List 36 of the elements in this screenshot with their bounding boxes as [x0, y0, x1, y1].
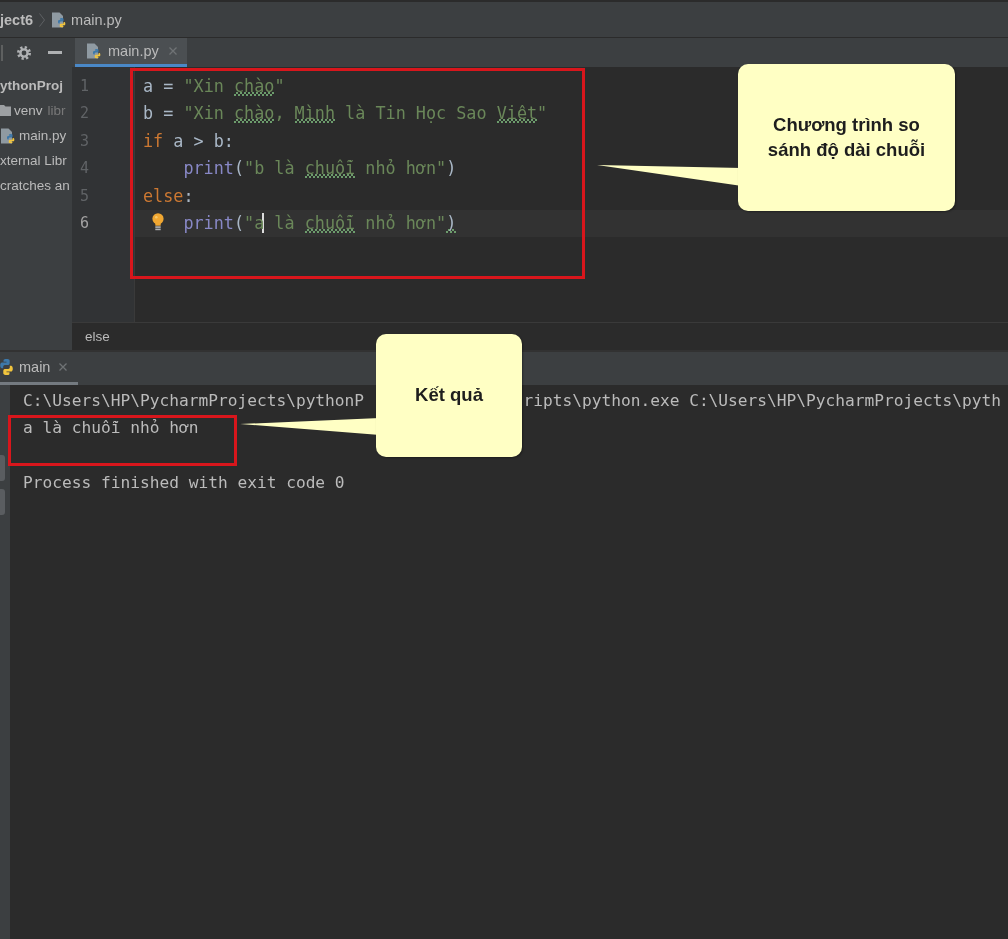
toolbar-button[interactable]: [0, 489, 5, 515]
python-icon: [0, 359, 13, 375]
tree-item[interactable]: cratches an: [0, 178, 70, 193]
settings-icon[interactable]: [16, 44, 32, 61]
close-icon[interactable]: [168, 47, 177, 55]
python-file-icon: [51, 11, 68, 28]
line-number: 6: [80, 214, 90, 233]
code-line: print("b là chuỗi nhỏ hơn"): [183, 158, 457, 179]
callout-text: Chương trình so sánh độ dài chuỗi: [767, 113, 926, 162]
code-line: if a > b:: [143, 130, 234, 151]
code-line: else:: [143, 185, 194, 206]
breadcrumb-item[interactable]: else: [85, 329, 110, 344]
close-icon[interactable]: [59, 363, 68, 371]
code-line: a = "Xin chào": [143, 75, 285, 96]
tree-item-note: libr: [47, 103, 66, 118]
tree-item[interactable]: xternal Libr: [0, 153, 67, 168]
editor-tab[interactable]: main.py: [75, 38, 187, 67]
python-file-icon: [0, 127, 16, 144]
python-file-icon: [86, 43, 102, 59]
program-output: a là chuỗi nhỏ hơn: [23, 418, 199, 438]
tree-item[interactable]: ythonProj: [0, 78, 63, 93]
folder-icon: [0, 105, 11, 116]
chevron-icon: [39, 12, 46, 27]
toolbar-button[interactable]: [0, 455, 5, 481]
lightbulb-icon[interactable]: [152, 212, 164, 231]
tree-item[interactable]: venv: [14, 103, 43, 118]
exit-message: Process finished with exit code 0: [23, 473, 345, 493]
breadcrumb-item[interactable]: ject6: [0, 11, 34, 28]
minus-icon[interactable]: [48, 51, 62, 54]
callout-text: Kết quả: [415, 383, 483, 408]
run-tab[interactable]: main: [0, 352, 79, 385]
code-line: b = "Xin chào, Mình là Tin Học Sao Việt": [143, 103, 548, 124]
command-line-text: ripts\python.exe C:\Users\HP\PycharmProjects\pyth: [523, 390, 1001, 410]
breadcrumb-item[interactable]: main.py: [71, 11, 122, 28]
tree-item[interactable]: main.py: [19, 128, 67, 143]
command-line-text: C:\Users\HP\PycharmProjects\pythonP: [23, 390, 365, 410]
